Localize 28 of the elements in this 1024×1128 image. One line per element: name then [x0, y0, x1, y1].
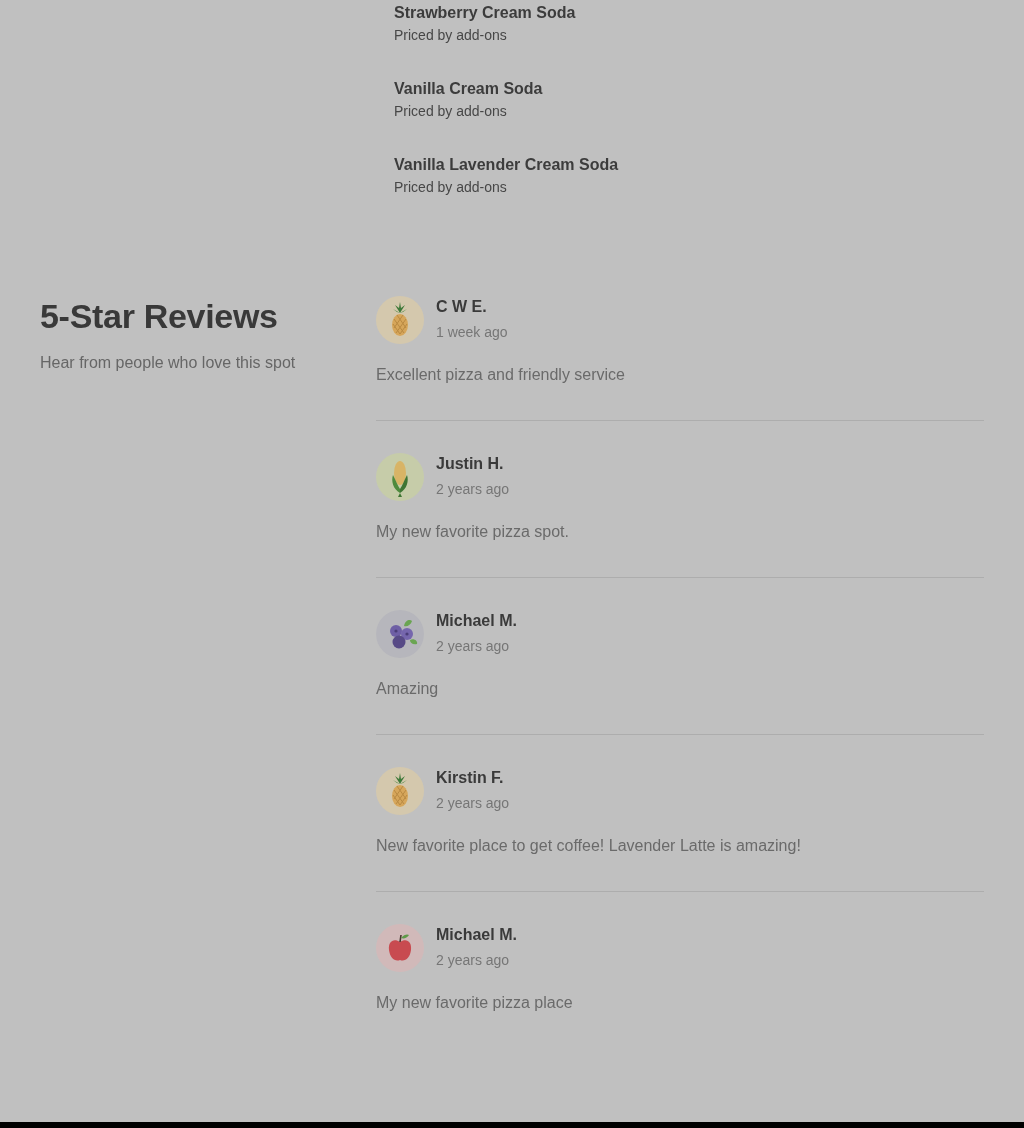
reviewer-name: C W E. [436, 297, 487, 317]
menu-item-name: Vanilla Cream Soda [394, 79, 543, 99]
reviewer-name: Kirstin F. [436, 768, 504, 788]
menu-item-name: Vanilla Lavender Cream Soda [394, 155, 619, 175]
reviews-heading: 5-Star Reviews [40, 296, 278, 336]
review-text: Excellent pizza and friendly service [376, 365, 625, 385]
review-time: 2 years ago [436, 637, 510, 656]
menu-item-price: Priced by add-ons [394, 26, 507, 45]
review-time: 2 years ago [436, 794, 510, 813]
reviewer-name: Michael M. [436, 611, 517, 631]
review-time: 1 week ago [436, 323, 508, 342]
menu-item-name: Strawberry Cream Soda [394, 3, 576, 23]
review-time: 2 years ago [436, 480, 510, 499]
blueberries-avatar-icon [376, 610, 424, 658]
reviewer-name: Justin H. [436, 454, 504, 474]
menu-item-price: Priced by add-ons [394, 178, 507, 197]
corn-avatar-icon [376, 453, 424, 501]
apple-avatar-icon [376, 924, 424, 972]
menu-item-price: Priced by add-ons [394, 102, 507, 121]
review-text: New favorite place to get coffee! Lavender Latte is amazing! [376, 836, 801, 856]
pineapple-avatar-icon [376, 296, 424, 344]
review-text: My new favorite pizza place [376, 993, 573, 1013]
review-text: Amazing [376, 679, 439, 699]
review-time: 2 years ago [436, 951, 510, 970]
review-text: My new favorite pizza spot. [376, 522, 569, 542]
reviewer-name: Michael M. [436, 925, 517, 945]
pineapple-avatar-icon [376, 767, 424, 815]
reviews-subtitle: Hear from people who love this spot [40, 353, 296, 373]
